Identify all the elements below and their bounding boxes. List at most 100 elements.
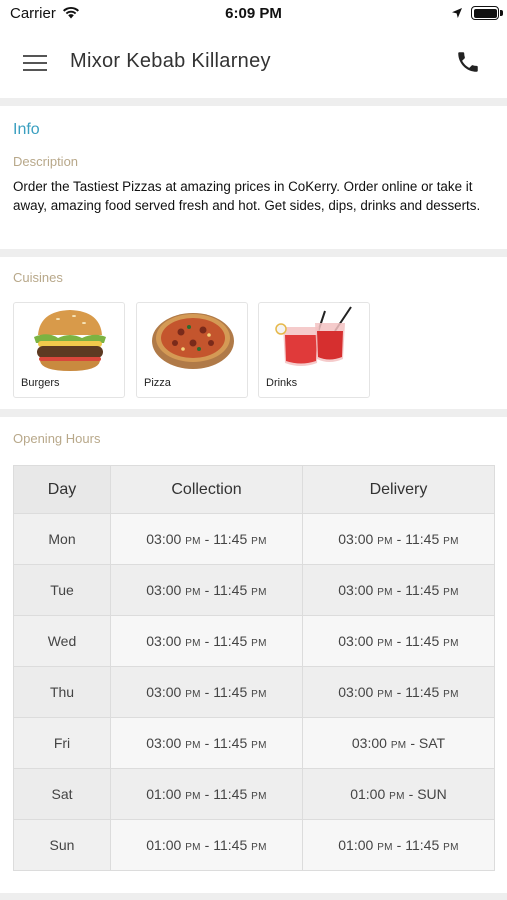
- delivery-close-time: 11:45: [405, 633, 440, 649]
- day-cell: Sun: [13, 819, 111, 871]
- opening-hours-table: Day Collection Delivery Mon 03:00 PM - 11…: [13, 465, 495, 871]
- day-cell: Mon: [13, 513, 111, 565]
- delivery-close-ampm: PM: [443, 689, 459, 700]
- hours-row: Tue 03:00 PM - 11:45 PM 03:00 PM - 11:45 P…: [13, 564, 495, 616]
- drinks-icon: [275, 306, 352, 366]
- collection-hours-cell: 03:00 PM - 11:45 PM: [110, 666, 303, 718]
- delivery-open-ampm: PM: [377, 536, 393, 547]
- collection-open-ampm: PM: [185, 536, 201, 547]
- collection-close-ampm: PM: [251, 638, 267, 649]
- collection-close-time: 11:45: [213, 582, 248, 598]
- collection-open-time: 03:00: [146, 735, 182, 751]
- divider: [0, 893, 507, 900]
- delivery-open-time: 03:00: [338, 684, 374, 700]
- status-bar: Carrier 6:09 PM: [0, 0, 507, 28]
- collection-open-time: 03:00: [146, 684, 182, 700]
- delivery-hours-cell: 03:00 PM - 11:45 PM: [302, 615, 495, 667]
- delivery-open-time: 01:00: [338, 837, 374, 853]
- collection-close-ampm: PM: [251, 536, 267, 547]
- divider: [0, 409, 507, 417]
- collection-hours-cell: 03:00 PM - 11:45 PM: [110, 564, 303, 616]
- day-cell: Tue: [13, 564, 111, 616]
- cuisine-label-burgers: Burgers: [21, 377, 60, 389]
- opening-hours-label: Opening Hours: [13, 431, 101, 446]
- hours-row: Mon 03:00 PM - 11:45 PM 03:00 PM - 11:45 P…: [13, 513, 495, 565]
- delivery-open-ampm: PM: [390, 740, 407, 751]
- collection-open-ampm: PM: [185, 740, 201, 751]
- battery-icon: [471, 6, 503, 20]
- delivery-hours-cell: 03:00 PM - 11:45 PM: [302, 513, 495, 565]
- cuisine-label-drinks: Drinks: [266, 377, 298, 389]
- collection-close-time: 11:45: [213, 735, 248, 751]
- collection-open-time: 03:00: [146, 582, 182, 598]
- delivery-close-time: 11:45: [405, 582, 440, 598]
- collection-open-time: 03:00: [146, 633, 182, 649]
- collection-close-time: 11:45: [213, 531, 248, 547]
- divider: [0, 98, 507, 106]
- collection-open-time: 03:00: [146, 531, 182, 547]
- column-header-delivery: Delivery: [302, 465, 495, 514]
- cuisine-label-pizza: Pizza: [144, 377, 171, 389]
- delivery-hours-cell: 03:00 PM - SAT: [302, 717, 495, 769]
- info-heading: Info: [13, 121, 40, 138]
- collection-open-ampm: PM: [185, 791, 201, 802]
- collection-close-time: 11:45: [213, 786, 248, 802]
- delivery-close-ampm: PM: [443, 842, 459, 853]
- collection-open-ampm: PM: [185, 842, 201, 853]
- delivery-open-time: 01:00: [350, 786, 386, 802]
- delivery-open-time: 03:00: [338, 531, 374, 547]
- delivery-hours-cell: 01:00 PM - SUN: [302, 768, 495, 820]
- collection-close-time: 11:45: [213, 633, 248, 649]
- delivery-close-time: 11:45: [405, 684, 440, 700]
- description-text: Order the Tastiest Pizzas at amazing pri…: [13, 179, 481, 213]
- collection-hours-cell: 03:00 PM - 11:45 PM: [110, 513, 303, 565]
- delivery-hours-cell: 03:00 PM - 11:45 PM: [302, 564, 495, 616]
- day-cell: Sat: [13, 768, 111, 820]
- cuisine-card-pizza[interactable]: Pizza: [136, 302, 248, 398]
- collection-close-ampm: PM: [251, 689, 267, 700]
- delivery-open-ampm: PM: [389, 791, 405, 802]
- hours-row: Thu 03:00 PM - 11:45 PM 03:00 PM - 11:45 P…: [13, 666, 495, 718]
- collection-hours-cell: 01:00 PM - 11:45 PM: [110, 768, 303, 820]
- location-arrow-icon: [452, 8, 462, 18]
- phone-icon[interactable]: [452, 46, 484, 78]
- delivery-close-time: 11:45: [405, 837, 440, 853]
- collection-hours-cell: 03:00 PM - 11:45 PM: [110, 717, 303, 769]
- cuisine-card-burgers[interactable]: Burgers: [13, 302, 125, 398]
- delivery-open-time: 03:00: [351, 735, 387, 751]
- collection-open-time: 01:00: [146, 786, 182, 802]
- hamburger-menu-icon[interactable]: [16, 48, 54, 78]
- app-header: Mixor Kebab Killarney: [0, 28, 507, 98]
- delivery-close-ampm: PM: [443, 587, 459, 598]
- hours-row: Fri 03:00 PM - 11:45 PM 03:00 PM - SAT: [13, 717, 495, 769]
- delivery-close-time: 11:45: [405, 531, 440, 547]
- divider: [0, 249, 507, 257]
- collection-close-time: 11:45: [213, 684, 248, 700]
- delivery-hours-cell: 03:00 PM - 11:45 PM: [302, 666, 495, 718]
- delivery-open-ampm: PM: [377, 587, 393, 598]
- column-header-collection: Collection: [110, 465, 303, 514]
- restaurant-title: Mixor Kebab Killarney: [70, 50, 271, 72]
- collection-open-time: 01:00: [146, 837, 182, 853]
- cuisine-card-drinks[interactable]: Drinks: [258, 302, 370, 398]
- delivery-open-ampm: PM: [377, 689, 393, 700]
- collection-open-ampm: PM: [185, 587, 201, 598]
- collection-close-ampm: PM: [251, 587, 267, 598]
- delivery-open-ampm: PM: [377, 638, 393, 649]
- pizza-icon: [152, 313, 234, 369]
- delivery-open-time: 03:00: [338, 582, 374, 598]
- delivery-hours-cell: 01:00 PM - 11:45 PM: [302, 819, 495, 871]
- delivery-close-ampm: PM: [443, 638, 459, 649]
- delivery-close-ampm: PM: [443, 536, 459, 547]
- hours-row: Wed 03:00 PM - 11:45 PM 03:00 PM - 11:45 P…: [13, 615, 495, 667]
- burger-icon: [34, 310, 106, 371]
- delivery-close-time: SUN: [417, 786, 447, 802]
- collection-close-ampm: PM: [251, 791, 267, 802]
- collection-open-ampm: PM: [185, 638, 201, 649]
- delivery-open-ampm: PM: [377, 842, 393, 853]
- collection-hours-cell: 03:00 PM - 11:45 PM: [110, 615, 303, 667]
- hours-row: Sat 01:00 PM - 11:45 PM 01:00 PM - SUN: [13, 768, 495, 820]
- collection-close-ampm: PM: [251, 842, 267, 853]
- collection-hours-cell: 01:00 PM - 11:45 PM: [110, 819, 303, 871]
- cuisines-label: Cuisines: [13, 270, 63, 285]
